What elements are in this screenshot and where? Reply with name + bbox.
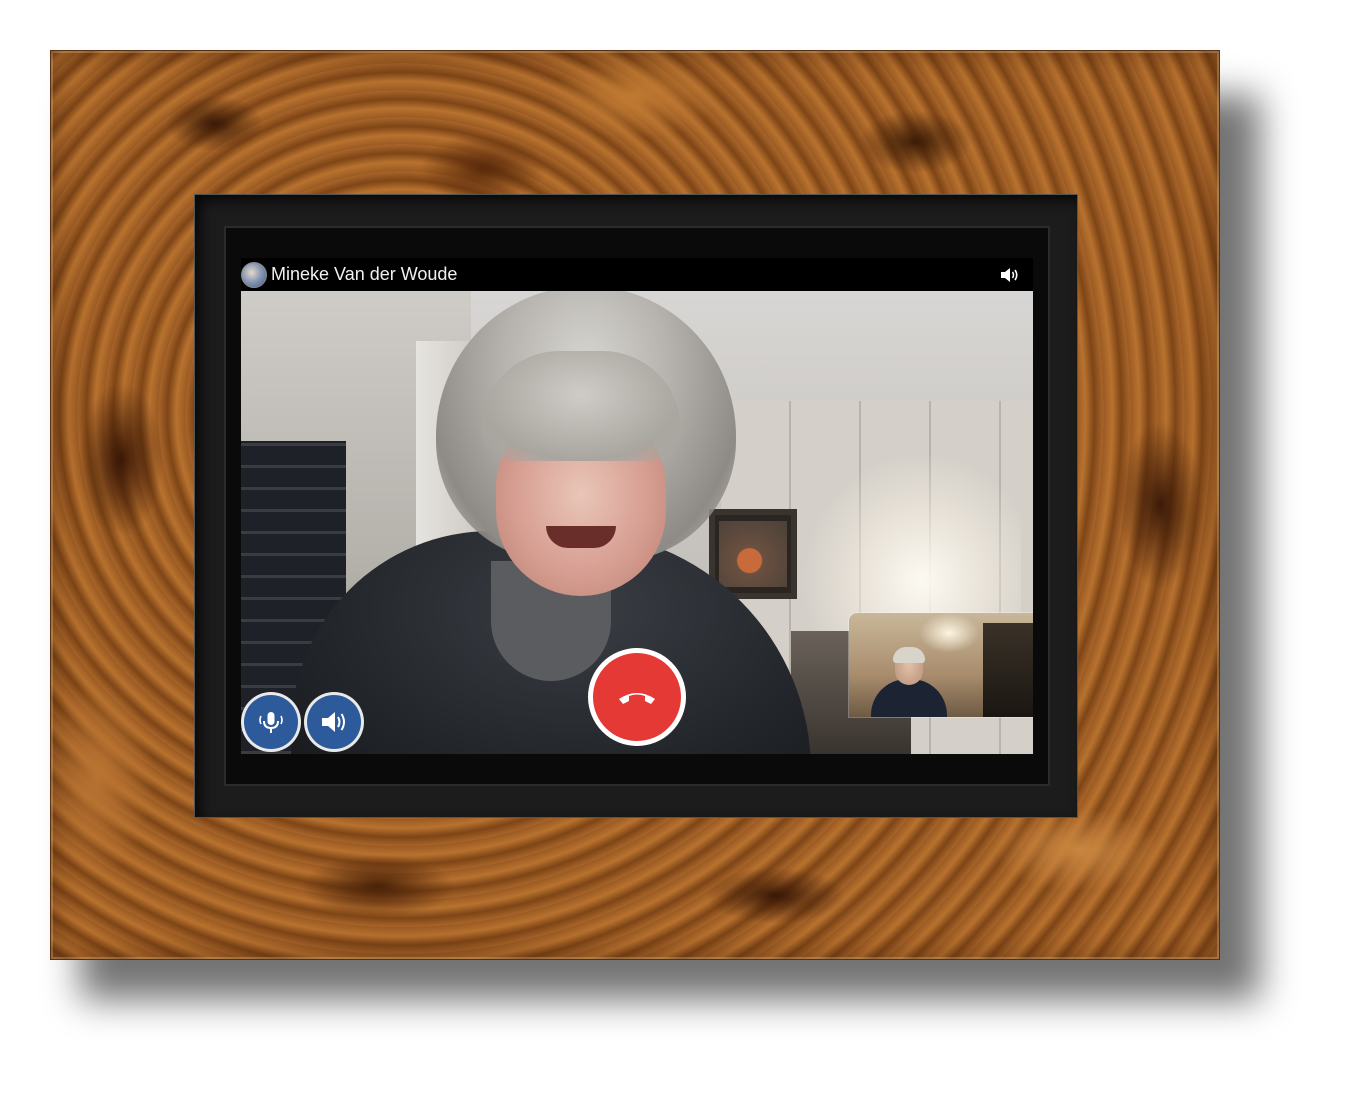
remote-video-feed (241, 291, 1033, 754)
video-call-screen: Mineke Van der Woude (241, 258, 1033, 754)
speaker-icon (322, 712, 345, 732)
self-view-ceiling-light (919, 613, 979, 653)
self-view-window (983, 623, 1033, 717)
end-call-button[interactable] (593, 653, 681, 741)
microphone-button[interactable] (244, 695, 298, 749)
call-header: Mineke Van der Woude (241, 258, 1033, 291)
self-view-person-hair (893, 647, 925, 663)
screen-bezel: Mineke Van der Woude (194, 194, 1078, 818)
background-picture-art (719, 521, 787, 587)
wooden-picture-frame: Mineke Van der Woude (50, 50, 1220, 960)
phone-hangup-icon (619, 693, 655, 704)
caller-name: Mineke Van der Woude (271, 264, 458, 284)
speaker-icon (999, 267, 1019, 283)
microphone-icon (259, 712, 283, 733)
avatar[interactable] (241, 261, 267, 288)
self-view-video[interactable] (849, 613, 1033, 717)
speaker-button[interactable] (307, 695, 361, 749)
remote-person-bangs (481, 351, 681, 461)
photo-frame-scene: Mineke Van der Woude (0, 0, 1367, 1113)
remote-person-mouth (546, 526, 616, 548)
display-panel: Mineke Van der Woude (226, 228, 1048, 784)
